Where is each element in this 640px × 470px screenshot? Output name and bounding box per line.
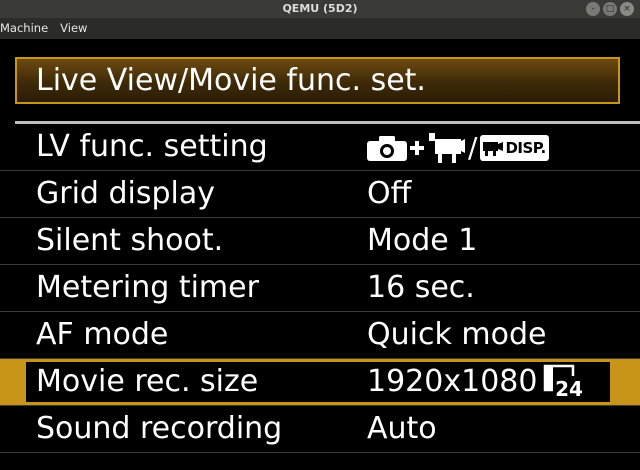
disp-text: DISP. xyxy=(505,139,546,157)
menu-row-metering-timer[interactable]: Metering timer 16 sec. xyxy=(0,265,640,312)
menu-machine[interactable]: Machine xyxy=(0,18,54,39)
row-value: Off xyxy=(367,176,412,211)
lv-func-value: / DISP. xyxy=(367,133,549,163)
movie-disp-icon: DISP. xyxy=(480,135,549,161)
plus-icon xyxy=(410,141,424,155)
camera-menu-screen: Live View/Movie func. set. LV func. sett… xyxy=(0,39,640,470)
maximize-button[interactable]: □ xyxy=(603,2,617,16)
row-label: Grid display xyxy=(36,176,216,211)
row-value: 1920x1080 24 xyxy=(367,359,586,405)
menu-title-bar: Live View/Movie func. set. xyxy=(15,57,620,104)
frame-rate-icon: 24 xyxy=(544,364,586,398)
menu-row-silent-shoot[interactable]: Silent shoot. Mode 1 xyxy=(0,218,640,265)
fps-text: 24 xyxy=(556,377,584,398)
menu-title: Live View/Movie func. set. xyxy=(36,63,426,98)
menu-row-af-mode[interactable]: AF mode Quick mode xyxy=(0,312,640,359)
menu-row-movie-rec-size[interactable]: Movie rec. size 1920x1080 24 xyxy=(0,359,640,406)
row-label: Movie rec. size xyxy=(36,364,259,399)
menu-view[interactable]: View xyxy=(54,18,93,39)
row-label: Sound recording xyxy=(36,411,283,446)
window-buttons: - □ × xyxy=(586,2,634,16)
window-title: QEMU (5D2) xyxy=(282,2,358,15)
menu-row-lv-func-setting[interactable]: LV func. setting / DISP. xyxy=(0,124,640,171)
row-label: Silent shoot. xyxy=(36,223,224,258)
menubar: Machine View xyxy=(0,18,640,39)
slash-separator: / xyxy=(468,131,478,164)
minimize-button[interactable]: - xyxy=(586,2,600,16)
window-titlebar[interactable]: QEMU (5D2) - □ × xyxy=(0,0,640,18)
row-value: 16 sec. xyxy=(367,270,475,305)
row-value: Mode 1 xyxy=(367,223,478,258)
movie-camera-icon xyxy=(429,133,465,163)
row-label: AF mode xyxy=(36,317,169,352)
movie-size-text: 1920x1080 xyxy=(367,364,538,399)
close-button[interactable]: × xyxy=(620,2,634,16)
menu-row-sound-recording[interactable]: Sound recording Auto xyxy=(0,406,640,453)
row-value: Quick mode xyxy=(367,317,547,352)
row-value: Auto xyxy=(367,411,437,446)
menu-list: LV func. setting / DISP. Grid display Of… xyxy=(0,124,640,453)
camera-icon xyxy=(367,136,407,161)
row-label: Metering timer xyxy=(36,270,259,305)
row-label: LV func. setting xyxy=(36,129,268,164)
menu-row-grid-display[interactable]: Grid display Off xyxy=(0,171,640,218)
